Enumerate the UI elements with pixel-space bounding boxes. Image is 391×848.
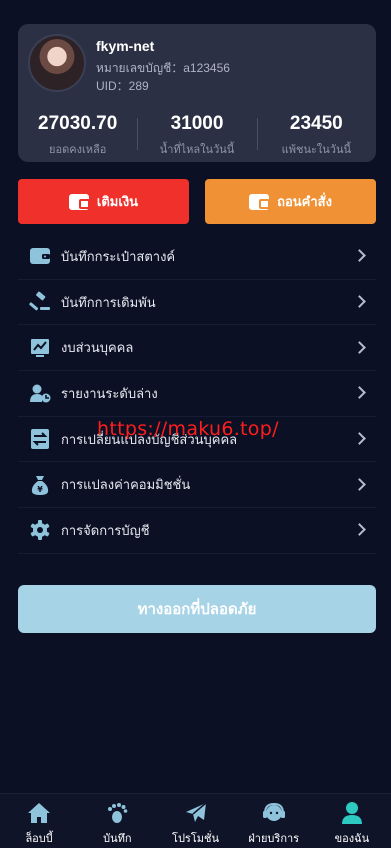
menu-label: งบส่วนบุคคล (61, 340, 134, 356)
avatar[interactable] (28, 34, 86, 92)
footprint-icon (104, 800, 130, 826)
logout-button[interactable]: ทางออกที่ปลอดภัย (18, 585, 376, 633)
home-icon (26, 800, 52, 826)
chart-icon (28, 336, 52, 360)
send-icon (183, 800, 209, 826)
chevron-right-icon (353, 295, 366, 308)
withdraw-button[interactable]: ถอนคำสั่ง (205, 179, 376, 224)
menu-list: บันทึกกระเป๋าสตางค์ บันทึกการเดิมพัน งบส… (18, 234, 376, 554)
menu-item-personal-statement[interactable]: งบส่วนบุคคล (18, 325, 376, 372)
chevron-right-icon (353, 386, 366, 400)
menu-label: การแปลงค่าคอมมิชชั่น (61, 477, 191, 493)
stat-value: 23450 (289, 113, 343, 134)
stat-label: น้ำที่ไหลในวันนี้ (159, 144, 235, 156)
account-number: หมายเลขบัญชี：a123456 (96, 61, 230, 75)
wallet-icon (68, 193, 90, 210)
headset-icon (261, 800, 287, 826)
tab-label: ของฉัน (334, 833, 370, 845)
menu-label: บันทึกการเดิมพัน (61, 294, 156, 310)
chevron-right-icon (353, 249, 366, 263)
menu-label: รายงานระดับล่าง (61, 385, 158, 401)
person-icon (339, 800, 365, 826)
stat-turnover: 31000 น้ำที่ไหลในวันนี้ (137, 112, 256, 156)
menu-label: บันทึกกระเป๋าสตางค์ (61, 248, 176, 264)
tab-mine[interactable]: ของฉัน (313, 794, 391, 848)
deposit-label: เติมเงิน (96, 194, 139, 209)
watermark-text: https://maku6.top/ (97, 418, 279, 440)
wallet-icon (28, 244, 52, 268)
chevron-right-icon (353, 523, 366, 537)
transfer-icon (28, 427, 52, 451)
chevron-right-icon (353, 432, 366, 445)
user-id: UID：289 (96, 79, 149, 93)
profile-card: fkym-net หมายเลขบัญชี：a123456 UID：289 27… (18, 24, 376, 162)
gavel-icon (28, 290, 52, 314)
username: fkym-net (96, 38, 155, 54)
menu-item-wallet-records[interactable]: บันทึกกระเป๋าสตางค์ (18, 234, 376, 280)
bottom-tab-bar: ล็อบบี้ บันทึก โปรโมชั่น ฝ่ายบริการ ของฉ… (0, 793, 391, 848)
stat-label: แพ้ชนะในวันนี้ (281, 144, 351, 156)
tab-records[interactable]: บันทึก (78, 794, 156, 848)
menu-label: การจัดการบัญชี (61, 522, 150, 538)
tab-promotions[interactable]: โปรโมชั่น (156, 794, 234, 848)
deposit-button[interactable]: เติมเงิน (18, 179, 189, 224)
stat-winloss: 23450 แพ้ชนะในวันนี้ (256, 112, 376, 156)
menu-item-subordinate-report[interactable]: รายงานระดับล่าง (18, 371, 376, 417)
svg-text:¥: ¥ (37, 485, 43, 494)
menu-item-account-management[interactable]: การจัดการบัญชี (18, 508, 376, 554)
money-bag-icon: ¥ (28, 473, 52, 497)
tab-lobby[interactable]: ล็อบบี้ (0, 794, 78, 848)
user-report-icon (28, 381, 52, 405)
stat-value: 27030.70 (38, 113, 118, 134)
menu-item-commission-conversion[interactable]: ¥ การแปลงค่าคอมมิชชั่น (18, 462, 376, 509)
stats-row: 27030.70 ยอดคงเหลือ 31000 น้ำที่ไหลในวัน… (18, 112, 376, 156)
menu-item-bet-records[interactable]: บันทึกการเดิมพัน (18, 280, 376, 326)
tab-label: โปรโมชั่น (172, 833, 219, 845)
stat-label: ยอดคงเหลือ (49, 144, 107, 156)
stat-value: 31000 (170, 113, 224, 134)
tab-label: ฝ่ายบริการ (248, 833, 300, 845)
chevron-right-icon (353, 340, 366, 354)
withdraw-label: ถอนคำสั่ง (277, 194, 332, 209)
tab-label: บันทึก (103, 833, 132, 845)
wallet-icon (249, 193, 271, 210)
gear-icon (28, 518, 52, 542)
stat-balance: 27030.70 ยอดคงเหลือ (18, 112, 137, 156)
tab-label: ล็อบบี้ (25, 833, 53, 845)
chevron-right-icon (353, 477, 366, 491)
tab-customer-service[interactable]: ฝ่ายบริการ (235, 794, 313, 848)
